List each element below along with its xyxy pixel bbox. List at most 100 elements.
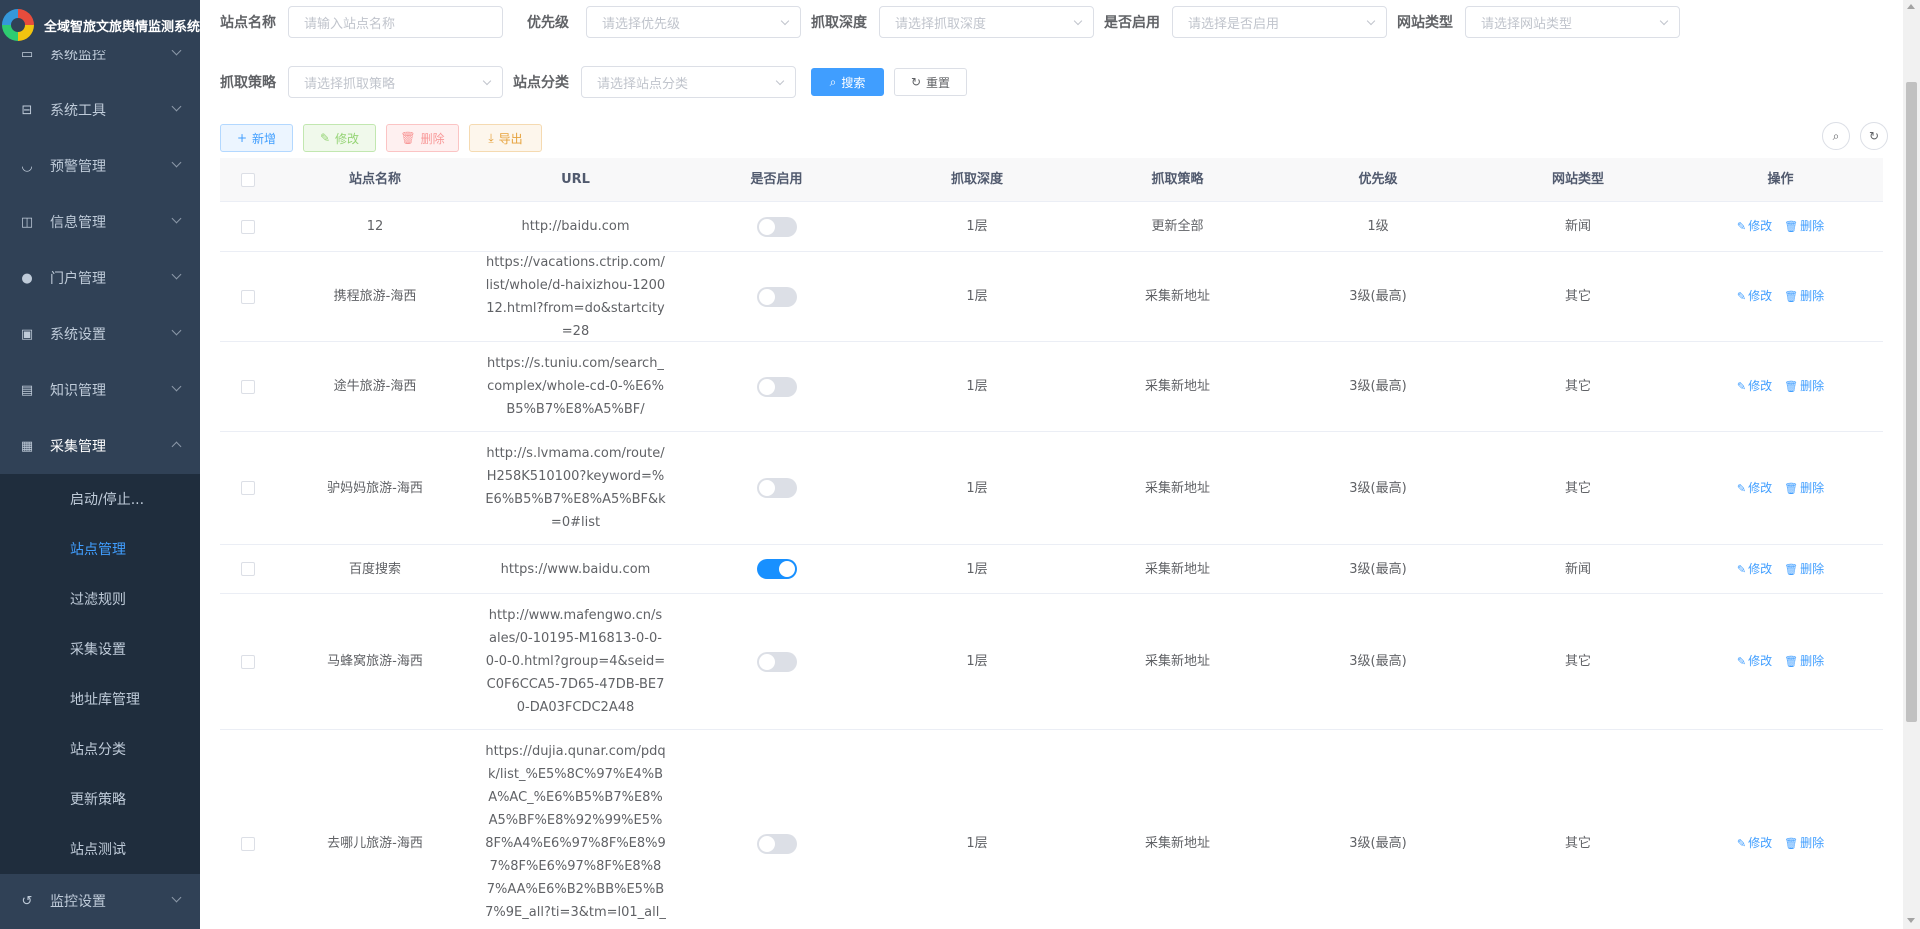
cell-url: http://baidu.com xyxy=(521,219,630,234)
enabled-switch[interactable] xyxy=(756,559,797,579)
submenu-item-site-test[interactable]: 站点测试 xyxy=(0,824,200,874)
enabled-switch[interactable] xyxy=(756,376,797,397)
enabled-switch[interactable] xyxy=(756,286,797,307)
row-delete-link[interactable]: 🗑 删除 xyxy=(1784,832,1824,855)
strategy-placeholder: 请选择抓取策略 xyxy=(304,76,396,92)
cell-strategy: 更新全部 xyxy=(1151,219,1204,234)
eye-icon: ◡ xyxy=(21,158,33,174)
cell-depth: 1层 xyxy=(966,654,988,669)
cell-site-name: 马蜂窝旅游-海西 xyxy=(327,654,423,669)
sidebar-item-system-settings[interactable]: ▣ 系统设置 xyxy=(0,306,200,362)
cell-depth: 1层 xyxy=(966,561,988,577)
submenu-item-start-stop[interactable]: 启动/停止... xyxy=(0,474,200,524)
row-edit-link[interactable]: ✎ 修改 xyxy=(1737,558,1772,581)
chevron-down-icon xyxy=(1366,16,1376,26)
site-table: 站点名称 URL 是否启用 抓取深度 抓取策略 优先级 网站类型 操作 12 ht… xyxy=(220,158,1883,929)
sidebar-item-system-tools[interactable]: ⊟ 系统工具 xyxy=(0,82,200,138)
site-name-input[interactable]: 请输入站点名称 xyxy=(288,6,503,38)
site-type-select[interactable]: 请选择网站类型 xyxy=(1465,6,1680,38)
table-body: 12 http://baidu.com 1层 更新全部 1级 新闻 ✎ 修改 🗑 删除 携程旅游-海… xyxy=(220,202,1883,929)
scrollbar-thumb[interactable] xyxy=(1906,82,1917,722)
row-checkbox[interactable] xyxy=(240,836,255,851)
edit-button-label: 修改 xyxy=(335,131,360,146)
search-icon: ⌕ xyxy=(829,74,837,89)
reset-button-label: 重置 xyxy=(926,75,951,90)
row-edit-link[interactable]: ✎ 修改 xyxy=(1737,650,1772,673)
header-type: 网站类型 xyxy=(1551,172,1604,187)
cell-strategy: 采集新地址 xyxy=(1144,836,1210,851)
enabled-switch[interactable] xyxy=(756,478,797,498)
sidebar-item-collection-management[interactable]: ▦ 采集管理 xyxy=(0,418,200,474)
chevron-down-icon xyxy=(171,325,182,336)
enabled-select[interactable]: 请选择是否启用 xyxy=(1172,6,1387,38)
export-button[interactable]: ⤓ 导出 xyxy=(469,124,542,152)
table-row: 百度搜索 https://www.baidu.com 1层 采集新地址 3级(最高) 新闻… xyxy=(220,545,1883,594)
row-delete-link[interactable]: 🗑 删除 xyxy=(1784,558,1824,581)
row-delete-link[interactable]: 🗑 删除 xyxy=(1784,375,1824,398)
submenu-item-update-strategy[interactable]: 更新策略 xyxy=(0,774,200,824)
row-edit-link[interactable]: ✎ 修改 xyxy=(1737,375,1772,398)
row-checkbox[interactable] xyxy=(240,379,255,394)
enabled-switch[interactable] xyxy=(756,651,797,672)
sidebar-item-monitor-settings[interactable]: ↺ 监控设置 xyxy=(0,873,200,929)
app-logo[interactable]: 全域智旅文旅舆情监测系统 xyxy=(0,0,200,50)
table-row: 驴妈妈旅游-海西 http://s.lvmama.com/route/H258K5… xyxy=(220,432,1883,545)
cell-site-name: 驴妈妈旅游-海西 xyxy=(327,480,423,496)
delete-button[interactable]: 🗑 删除 xyxy=(386,124,459,152)
header-operations: 操作 xyxy=(1767,172,1794,187)
row-edit-link[interactable]: ✎ 修改 xyxy=(1737,215,1772,238)
chevron-down-icon xyxy=(171,892,182,903)
refresh-table-button[interactable]: ↻ xyxy=(1860,122,1888,150)
cell-strategy: 采集新地址 xyxy=(1144,379,1210,394)
enabled-switch[interactable] xyxy=(756,833,797,854)
cell-priority: 3级(最高) xyxy=(1349,289,1407,304)
row-edit-label: 修改 xyxy=(1748,219,1773,233)
scroll-down-arrow-icon[interactable] xyxy=(1907,918,1915,923)
row-delete-link[interactable]: 🗑 删除 xyxy=(1784,650,1824,673)
edit-icon: ✎ xyxy=(1736,290,1747,303)
submenu-item-site-management[interactable]: 站点管理 xyxy=(0,524,200,574)
edit-button[interactable]: ✎ 修改 xyxy=(303,124,376,152)
row-delete-link[interactable]: 🗑 删除 xyxy=(1784,477,1824,500)
sidebar-item-label: 采集管理 xyxy=(50,439,106,455)
row-edit-label: 修改 xyxy=(1748,480,1773,495)
cell-operations: ✎ 修改 🗑 删除 xyxy=(1678,650,1883,673)
sidebar-menu: ▭ 系统监控 ⊟ 系统工具 ◡ 预警管理 ◫ 信息管理 ● 门户管理 ▣ 系统设… xyxy=(0,26,200,874)
search-button[interactable]: ⌕ 搜索 xyxy=(811,68,884,96)
row-delete-label: 删除 xyxy=(1800,219,1825,233)
sidebar-item-knowledge-management[interactable]: ▤ 知识管理 xyxy=(0,362,200,418)
submenu-item-site-category[interactable]: 站点分类 xyxy=(0,724,200,774)
priority-select[interactable]: 请选择优先级 xyxy=(586,6,801,38)
cell-operations: ✎ 修改 🗑 删除 xyxy=(1678,832,1883,855)
row-checkbox[interactable] xyxy=(240,562,255,576)
reset-button[interactable]: ↻ 重置 xyxy=(894,68,967,96)
add-button[interactable]: + 新增 xyxy=(220,124,293,152)
row-edit-link[interactable]: ✎ 修改 xyxy=(1737,832,1772,855)
row-checkbox[interactable] xyxy=(240,654,255,669)
row-delete-link[interactable]: 🗑 删除 xyxy=(1784,215,1824,238)
depth-select[interactable]: 请选择抓取深度 xyxy=(879,6,1094,38)
submenu-item-collection-settings[interactable]: 采集设置 xyxy=(0,624,200,674)
submenu-item-address-library[interactable]: 地址库管理 xyxy=(0,674,200,724)
sidebar-item-label: 系统设置 xyxy=(50,327,106,343)
row-edit-link[interactable]: ✎ 修改 xyxy=(1737,285,1772,308)
cell-priority: 1级 xyxy=(1367,219,1389,234)
row-delete-link[interactable]: 🗑 删除 xyxy=(1784,285,1824,308)
toggle-search-button[interactable]: ⌕ xyxy=(1822,122,1850,150)
sidebar-item-alert-management[interactable]: ◡ 预警管理 xyxy=(0,138,200,194)
submenu-item-filter-rules[interactable]: 过滤规则 xyxy=(0,574,200,624)
row-checkbox[interactable] xyxy=(240,219,255,234)
select-all-checkbox[interactable] xyxy=(240,172,255,187)
cell-site-name: 途牛旅游-海西 xyxy=(333,379,417,394)
trash-icon: 🗑 xyxy=(1784,290,1799,303)
scroll-up-arrow-icon[interactable] xyxy=(1907,4,1915,9)
row-checkbox[interactable] xyxy=(240,481,255,495)
strategy-select[interactable]: 请选择抓取策略 xyxy=(288,66,503,98)
category-select[interactable]: 请选择站点分类 xyxy=(581,66,796,98)
row-edit-link[interactable]: ✎ 修改 xyxy=(1737,477,1772,500)
cell-priority: 3级(最高) xyxy=(1349,480,1407,496)
enabled-switch[interactable] xyxy=(756,216,797,237)
sidebar-item-info-management[interactable]: ◫ 信息管理 xyxy=(0,194,200,250)
row-checkbox[interactable] xyxy=(240,289,255,304)
sidebar-item-portal-management[interactable]: ● 门户管理 xyxy=(0,250,200,306)
